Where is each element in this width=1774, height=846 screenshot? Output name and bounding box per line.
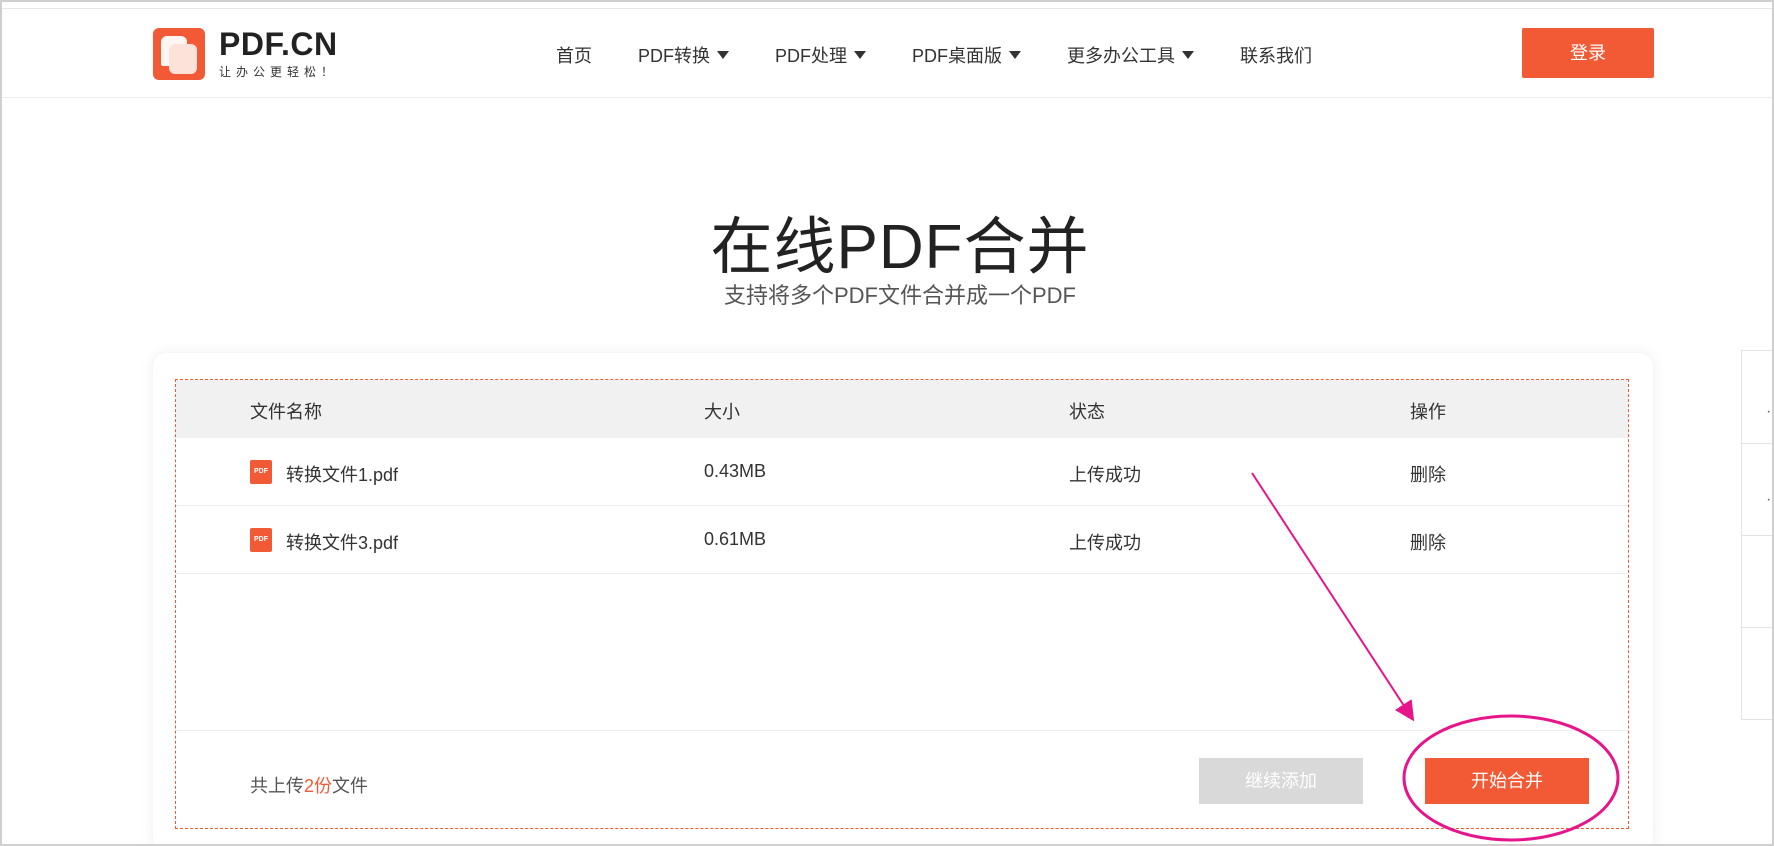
count-prefix: 共上传 <box>250 776 304 796</box>
logo-slogan: 让办公更轻松！ <box>219 65 339 79</box>
drop-zone[interactable]: 文件名称 大小 状态 操作 PDF 转换文件1.pdf 0.43MB 上传成功 … <box>175 379 1629 829</box>
file-status: 上传成功 <box>1069 465 1141 485</box>
site-header: PDF.CN 让办公更轻松！ 首页 PDF转换 PDF处理 PDF桌面版 更多办… <box>0 9 1774 98</box>
upload-card: 文件名称 大小 状态 操作 PDF 转换文件1.pdf 0.43MB 上传成功 … <box>153 353 1653 846</box>
side-float-panel[interactable]: · · <box>1741 350 1774 720</box>
table-row: PDF 转换文件1.pdf 0.43MB 上传成功 删除 <box>176 438 1628 506</box>
count-value: 2份 <box>304 776 333 796</box>
nav-pdf-desktop[interactable]: PDF桌面版 <box>912 42 1021 68</box>
caret-down-icon <box>1009 51 1021 59</box>
nav-label: 联系我们 <box>1240 46 1312 66</box>
column-header-size: 大小 <box>704 402 740 422</box>
page-subtitle: 支持将多个PDF文件合并成一个PDF <box>723 283 1076 308</box>
column-header-action: 操作 <box>1410 402 1446 422</box>
side-panel-divider <box>1742 627 1774 628</box>
nav-more-tools[interactable]: 更多办公工具 <box>1067 42 1194 68</box>
caret-down-icon <box>717 51 729 59</box>
footer-divider <box>176 730 1628 731</box>
nav-label: 首页 <box>556 46 592 66</box>
side-panel-glyph: · <box>1766 491 1772 508</box>
delete-link[interactable]: 删除 <box>1410 461 1446 487</box>
file-name: 转换文件1.pdf <box>286 465 399 485</box>
add-more-button[interactable]: 继续添加 <box>1199 758 1363 804</box>
delete-link[interactable]: 删除 <box>1410 529 1446 555</box>
logo-title: PDF.CN <box>219 26 338 62</box>
nav-label: PDF转换 <box>638 46 710 66</box>
nav-label: PDF处理 <box>775 46 847 66</box>
file-name: 转换文件3.pdf <box>286 533 399 553</box>
file-size: 0.43MB <box>704 461 767 481</box>
count-suffix: 文件 <box>332 776 369 796</box>
page-title: 在线PDF合并 <box>710 213 1090 282</box>
login-button[interactable]: 登录 <box>1522 28 1654 78</box>
side-panel-divider <box>1742 535 1774 536</box>
nav-contact[interactable]: 联系我们 <box>1240 42 1312 68</box>
upload-count: 共上传2份文件 <box>250 772 368 798</box>
side-panel-divider <box>1742 443 1774 444</box>
column-header-status: 状态 <box>1069 402 1105 422</box>
nav-home[interactable]: 首页 <box>556 42 592 68</box>
nav-pdf-convert[interactable]: PDF转换 <box>638 42 729 68</box>
table-row: PDF 转换文件3.pdf 0.61MB 上传成功 删除 <box>176 506 1628 574</box>
nav-pdf-process[interactable]: PDF处理 <box>775 42 866 68</box>
caret-down-icon <box>1182 51 1194 59</box>
file-size: 0.61MB <box>704 529 767 549</box>
column-header-name: 文件名称 <box>250 402 322 422</box>
file-status: 上传成功 <box>1069 533 1141 553</box>
main-nav: 首页 PDF转换 PDF处理 PDF桌面版 更多办公工具 联系我们 <box>556 42 1358 68</box>
logo[interactable]: PDF.CN 让办公更轻松！ <box>153 27 338 80</box>
pdf-file-icon: PDF <box>250 528 272 552</box>
nav-label: PDF桌面版 <box>912 46 1002 66</box>
side-panel-glyph: · <box>1766 403 1772 420</box>
logo-icon <box>153 27 205 80</box>
start-merge-button[interactable]: 开始合并 <box>1425 758 1589 804</box>
table-header: 文件名称 大小 状态 操作 <box>176 380 1628 438</box>
nav-label: 更多办公工具 <box>1067 46 1175 66</box>
caret-down-icon <box>854 51 866 59</box>
pdf-file-icon: PDF <box>250 460 272 484</box>
